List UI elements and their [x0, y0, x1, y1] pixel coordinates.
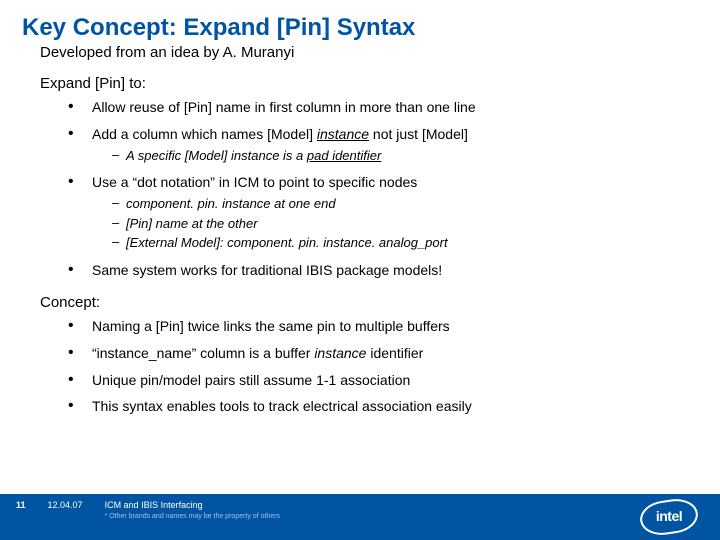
- list-item: Unique pin/model pairs still assume 1-1 …: [68, 367, 692, 394]
- text: identifier: [366, 345, 423, 361]
- sublist: component. pin. instance at one end [Pin…: [92, 194, 692, 253]
- emphasis: instance: [317, 126, 369, 142]
- list-item: [External Model]: component. pin. instan…: [112, 233, 692, 253]
- footer-date: 12.04.07: [48, 500, 83, 510]
- list-item: [Pin] name at the other: [112, 214, 692, 234]
- sublist: A specific [Model] instance is a pad ide…: [92, 146, 692, 166]
- footer-heading: ICM and IBIS Interfacing: [105, 500, 281, 510]
- section-concept-lead: Concept:: [0, 284, 720, 311]
- list-item: Allow reuse of [Pin] name in first colum…: [68, 94, 692, 121]
- text: Use a “dot notation” in ICM to point to …: [92, 174, 417, 190]
- concept-list: Naming a [Pin] twice links the same pin …: [0, 311, 720, 421]
- list-item: “instance_name” column is a buffer insta…: [68, 340, 692, 367]
- list-item: This syntax enables tools to track elect…: [68, 393, 692, 420]
- text: “instance_name” column is a buffer: [92, 345, 314, 361]
- list-item: component. pin. instance at one end: [112, 194, 692, 214]
- expand-list: Allow reuse of [Pin] name in first colum…: [0, 92, 720, 284]
- footer-bar: 11 12.04.07 ICM and IBIS Interfacing * O…: [0, 494, 720, 540]
- logo-text: intel: [640, 508, 698, 524]
- emphasis: instance: [314, 345, 366, 361]
- text: not just [Model]: [369, 126, 468, 142]
- list-item: Use a “dot notation” in ICM to point to …: [68, 169, 692, 257]
- list-item: Add a column which names [Model] instanc…: [68, 121, 692, 169]
- text: A specific [Model] instance is a: [126, 148, 307, 163]
- intel-logo: intel: [640, 500, 698, 534]
- section-expand-lead: Expand [Pin] to:: [0, 71, 720, 92]
- list-item: A specific [Model] instance is a pad ide…: [112, 146, 692, 166]
- list-item: Naming a [Pin] twice links the same pin …: [68, 313, 692, 340]
- footer-disclaimer: * Other brands and names may be the prop…: [105, 513, 281, 520]
- slide-subtitle: Developed from an idea by A. Muranyi: [0, 44, 720, 71]
- emphasis: pad identifier: [307, 148, 381, 163]
- list-item: Same system works for traditional IBIS p…: [68, 257, 692, 284]
- text: Add a column which names [Model]: [92, 126, 317, 142]
- page-number: 11: [16, 500, 26, 510]
- slide-title: Key Concept: Expand [Pin] Syntax: [0, 0, 720, 44]
